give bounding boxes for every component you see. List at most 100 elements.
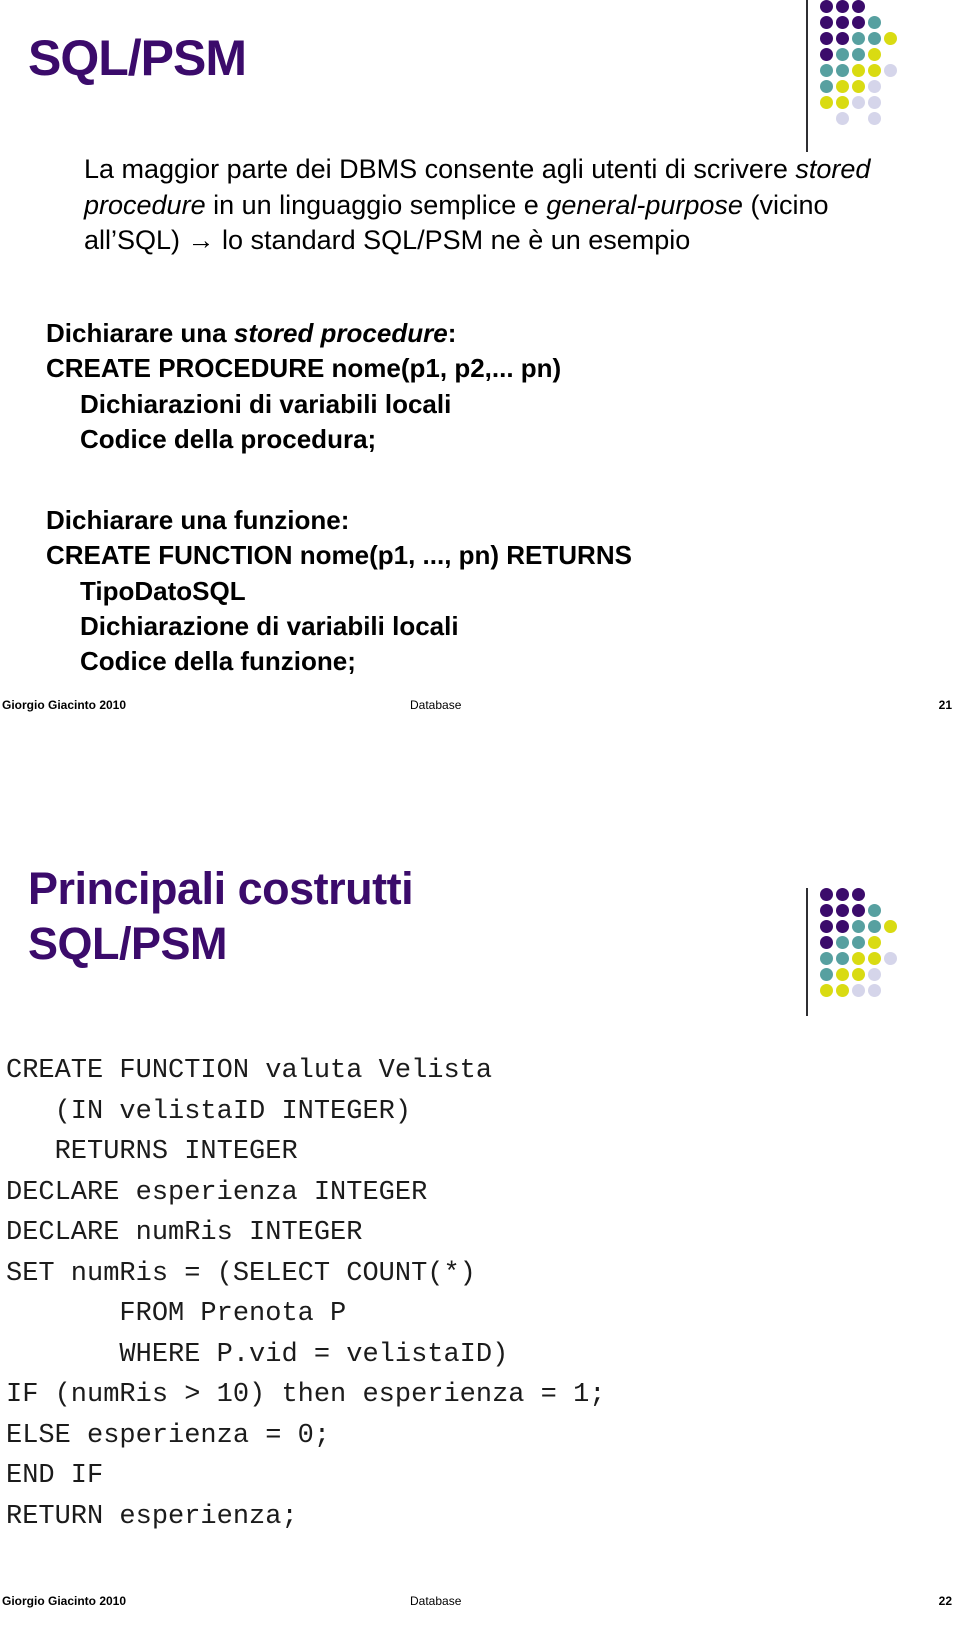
decorative-dot bbox=[852, 112, 865, 125]
decorative-dot bbox=[868, 920, 881, 933]
paragraph-text-2: in un linguaggio semplice e bbox=[205, 189, 547, 220]
slide2-title-line-2: SQL/PSM bbox=[28, 917, 228, 969]
footer-page-number: 22 bbox=[938, 1594, 952, 1608]
decorative-dot bbox=[868, 16, 881, 29]
decorative-dot bbox=[820, 936, 833, 949]
decorative-dot bbox=[868, 48, 881, 61]
function-line-4: Codice della funzione; bbox=[80, 646, 356, 677]
decorative-dot bbox=[820, 96, 833, 109]
slide2-title-line-1: Principali costrutti bbox=[28, 863, 414, 914]
dot-row bbox=[820, 112, 900, 128]
dot-row bbox=[820, 984, 900, 1000]
decorative-dot bbox=[836, 80, 849, 93]
decorative-dot bbox=[820, 112, 833, 125]
page-title: SQL/PSM bbox=[28, 30, 247, 86]
decorative-dot bbox=[884, 920, 897, 933]
decorative-dot bbox=[852, 64, 865, 77]
decorative-dot bbox=[852, 96, 865, 109]
footer-course: Database bbox=[410, 1594, 462, 1608]
dot-row bbox=[820, 888, 900, 904]
decorative-dot bbox=[852, 888, 865, 901]
function-line-1: CREATE FUNCTION nome(p1, ..., pn) RETURN… bbox=[46, 540, 632, 571]
decorative-dot bbox=[868, 32, 881, 45]
sql-code-block: CREATE FUNCTION valuta Velista (IN velis… bbox=[6, 1056, 606, 1532]
dot-matrix bbox=[820, 888, 900, 1000]
decorative-dot bbox=[820, 904, 833, 917]
dot-row bbox=[820, 64, 900, 80]
procedure-line-2: Dichiarazioni di variabili locali bbox=[80, 388, 452, 419]
procedure-heading-italic: stored procedure bbox=[233, 318, 448, 348]
dot-matrix bbox=[820, 0, 900, 128]
decorative-dot bbox=[820, 16, 833, 29]
procedure-heading-suffix: : bbox=[447, 318, 457, 348]
dot-row bbox=[820, 968, 900, 984]
decorative-dot bbox=[836, 112, 849, 125]
slide2-page-title: Principali costrutti SQL/PSM bbox=[28, 862, 414, 972]
decorative-dot bbox=[820, 80, 833, 93]
decorative-dot bbox=[836, 96, 849, 109]
decorative-dot bbox=[852, 920, 865, 933]
decorative-dot bbox=[820, 48, 833, 61]
decorative-dot bbox=[852, 0, 865, 13]
decorative-dot bbox=[868, 952, 881, 965]
decorative-dot bbox=[852, 904, 865, 917]
intro-paragraph: La maggior parte dei DBMS consente agli … bbox=[84, 152, 874, 259]
decorative-dot bbox=[868, 984, 881, 997]
decorative-dot bbox=[852, 16, 865, 29]
decorative-dot bbox=[820, 920, 833, 933]
dot-row bbox=[820, 32, 900, 48]
decorative-dot bbox=[836, 16, 849, 29]
decorative-dot bbox=[852, 952, 865, 965]
decorative-dot bbox=[852, 80, 865, 93]
decorative-dot bbox=[820, 32, 833, 45]
decorative-dot bbox=[836, 936, 849, 949]
decorative-dot bbox=[836, 904, 849, 917]
dot-row bbox=[820, 904, 900, 920]
footer-course: Database bbox=[410, 698, 462, 712]
decorative-dot bbox=[852, 984, 865, 997]
function-syntax-block: Dichiarare una funzione: CREATE FUNCTION… bbox=[46, 503, 866, 680]
footer-page-number: 21 bbox=[938, 698, 952, 712]
decoration-dot-grid-slide2 bbox=[806, 888, 946, 1048]
function-heading: Dichiarare una funzione: bbox=[46, 505, 350, 535]
dot-row bbox=[820, 48, 900, 64]
decorative-dot bbox=[836, 64, 849, 77]
decorative-dot bbox=[852, 936, 865, 949]
dot-row bbox=[820, 0, 900, 16]
decorative-dot bbox=[836, 48, 849, 61]
dot-row bbox=[820, 80, 900, 96]
footer-author: Giorgio Giacinto 2010 bbox=[2, 698, 127, 712]
decorative-dot bbox=[836, 968, 849, 981]
footer-author: Giorgio Giacinto 2010 bbox=[2, 1594, 127, 1608]
decorative-dot bbox=[852, 32, 865, 45]
dot-row bbox=[820, 936, 900, 952]
decorative-dot bbox=[868, 904, 881, 917]
decorative-dot bbox=[836, 0, 849, 13]
decorative-dot bbox=[852, 968, 865, 981]
decorative-dot bbox=[868, 64, 881, 77]
vertical-rule bbox=[806, 888, 808, 1016]
decorative-dot bbox=[884, 64, 897, 77]
decorative-dot bbox=[836, 952, 849, 965]
decorative-dot bbox=[820, 888, 833, 901]
paragraph-text-1: La maggior parte dei DBMS consente agli … bbox=[84, 154, 796, 184]
decorative-dot bbox=[820, 952, 833, 965]
decorative-dot bbox=[868, 968, 881, 981]
procedure-heading-prefix: Dichiarare una bbox=[46, 318, 234, 348]
decorative-dot bbox=[820, 984, 833, 997]
procedure-line-3: Codice della procedura; bbox=[80, 424, 377, 455]
decorative-dot bbox=[820, 0, 833, 13]
decorative-dot bbox=[884, 32, 897, 45]
dot-row bbox=[820, 16, 900, 32]
decorative-dot bbox=[868, 80, 881, 93]
procedure-syntax-block: Dichiarare una stored procedure: CREATE … bbox=[46, 316, 866, 457]
dot-row bbox=[820, 952, 900, 968]
decorative-dot bbox=[884, 952, 897, 965]
decoration-dot-grid-slide1 bbox=[806, 0, 946, 160]
decorative-dot bbox=[836, 32, 849, 45]
function-line-2: TipoDatoSQL bbox=[80, 575, 246, 606]
dot-row bbox=[820, 96, 900, 112]
decorative-dot bbox=[836, 920, 849, 933]
decorative-dot bbox=[868, 112, 881, 125]
decorative-dot bbox=[836, 888, 849, 901]
